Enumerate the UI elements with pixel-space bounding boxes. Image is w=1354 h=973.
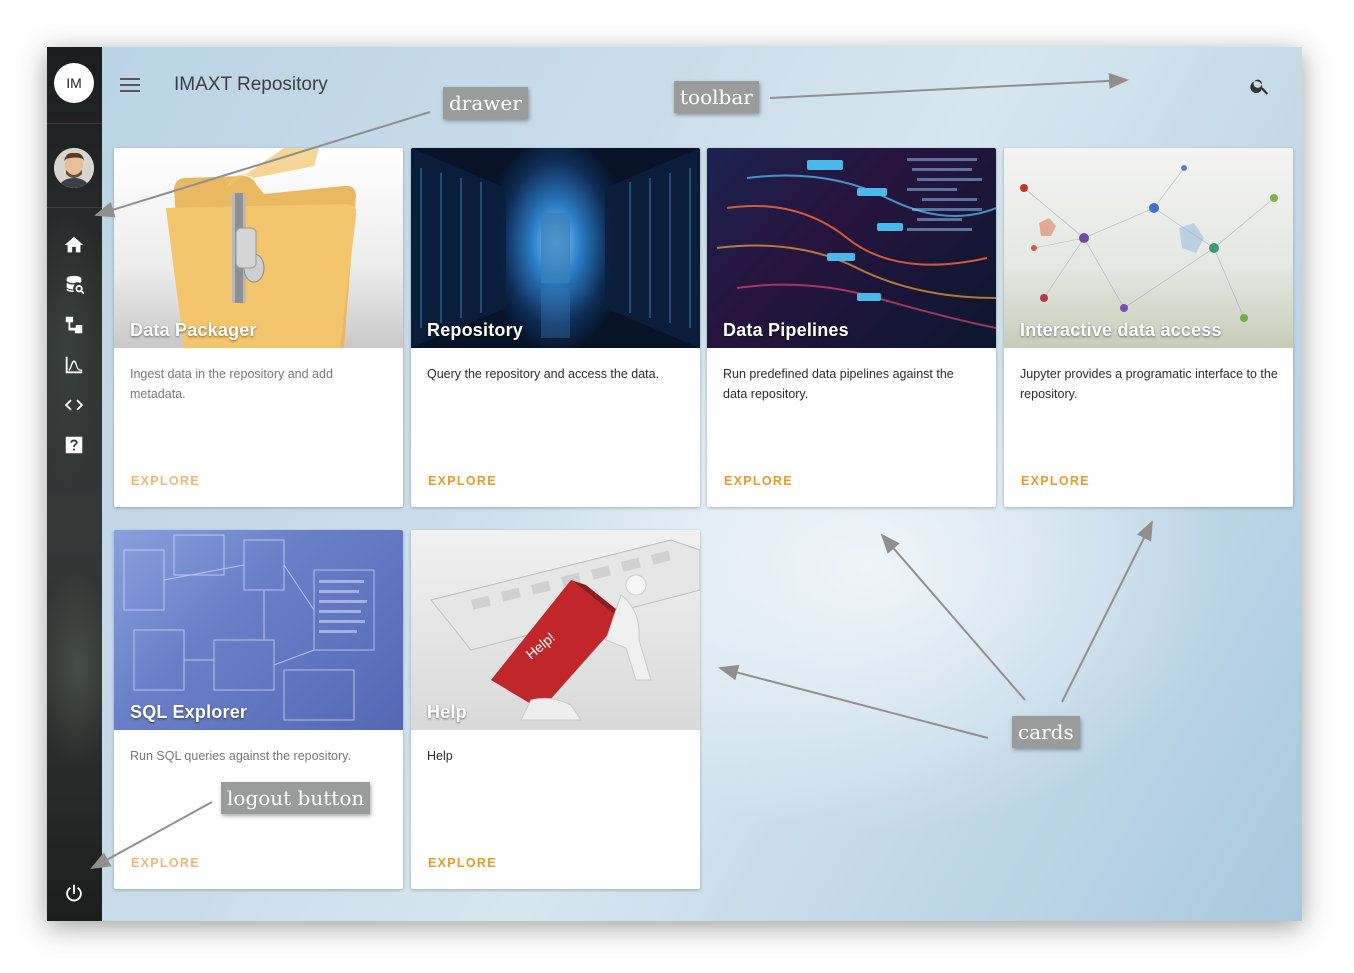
card-description: Jupyter provides a programatic interface… xyxy=(1020,367,1278,401)
card-title: Data Pipelines xyxy=(723,320,849,340)
annotation-toolbar: toolbar xyxy=(674,81,759,113)
card-title: Data Packager xyxy=(130,320,257,340)
explore-button[interactable]: EXPLORE xyxy=(131,474,200,488)
card-data-packager: Data Packager Ingest data in the reposit… xyxy=(114,148,403,507)
home-icon[interactable] xyxy=(61,232,87,258)
menu-button[interactable] xyxy=(117,73,143,97)
drawer-divider xyxy=(47,207,102,208)
card-repository: Repository Query the repository and acce… xyxy=(411,148,700,507)
card-title: SQL Explorer xyxy=(130,702,248,722)
drawer-divider xyxy=(47,123,102,124)
database-search-icon[interactable] xyxy=(61,272,87,298)
card-image-code-flow xyxy=(707,148,996,348)
card-description: Run predefined data pipelines against th… xyxy=(723,367,954,401)
user-initials-avatar[interactable]: IM xyxy=(54,63,94,103)
power-icon xyxy=(66,884,82,902)
explore-button[interactable]: EXPLORE xyxy=(1021,474,1090,488)
logout-button[interactable] xyxy=(61,880,87,906)
app-title: IMAXT Repository xyxy=(174,74,328,95)
code-brackets-icon[interactable] xyxy=(61,392,87,418)
explore-button[interactable]: EXPLORE xyxy=(428,856,497,870)
card-image-server-room xyxy=(411,148,700,348)
explore-button[interactable]: EXPLORE xyxy=(724,474,793,488)
card-description: Query the repository and access the data… xyxy=(427,367,660,381)
card-title: Help xyxy=(427,702,467,722)
user-photo-avatar[interactable] xyxy=(54,148,94,188)
hamburger-icon xyxy=(120,78,140,92)
help-box-icon[interactable] xyxy=(61,432,87,458)
card-data-pipelines: Data Pipelines Run predefined data pipel… xyxy=(707,148,996,507)
card-image-network-graph xyxy=(1004,148,1293,348)
explore-button[interactable]: EXPLORE xyxy=(428,474,497,488)
card-description: Help xyxy=(427,749,453,763)
search-button[interactable] xyxy=(1247,73,1273,99)
annotation-cards: cards xyxy=(1012,716,1080,748)
search-icon xyxy=(1250,79,1269,95)
card-image-folder xyxy=(114,148,403,348)
card-description: Ingest data in the repository and add me… xyxy=(130,367,333,401)
card-title: Interactive data access xyxy=(1020,320,1222,340)
explore-button[interactable]: EXPLORE xyxy=(131,856,200,870)
card-title: Repository xyxy=(427,320,524,340)
navigation-drawer: IM xyxy=(47,47,102,921)
annotation-drawer: drawer xyxy=(443,87,528,119)
pipeline-icon[interactable] xyxy=(61,312,87,338)
chart-curve-icon[interactable] xyxy=(61,352,87,378)
card-image-help-key: Help! xyxy=(411,530,700,730)
card-image-schema-diagram xyxy=(114,530,403,730)
annotation-logout-button: logout button xyxy=(221,782,371,814)
card-sql-explorer: SQL Explorer Run SQL queries against the… xyxy=(114,530,403,889)
card-interactive-data-access: Interactive data access Jupyter provides… xyxy=(1004,148,1293,507)
card-description: Run SQL queries against the repository. xyxy=(130,749,351,763)
card-help: Help! Help Help EXPLORE xyxy=(411,530,700,889)
